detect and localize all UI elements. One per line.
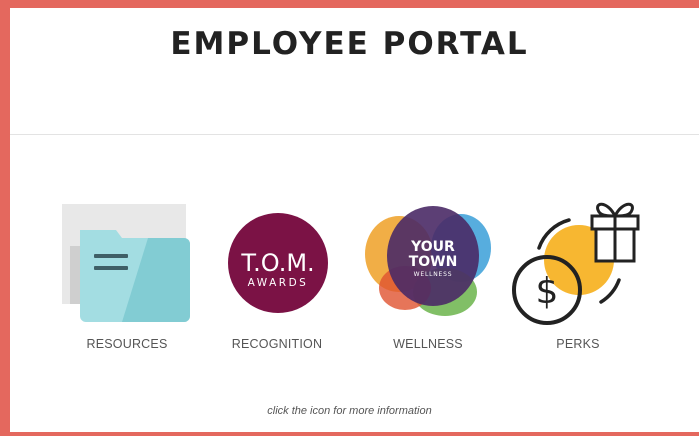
awards-logo-text: AWARDS <box>248 277 309 289</box>
tom-logo-text: T.O.M. <box>240 249 314 277</box>
page-title: EMPLOYEE PORTAL <box>170 26 529 62</box>
your-town-wellness-logo[interactable]: YOUR TOWN WELLNESS <box>353 196 503 326</box>
footer-note: click the icon for more information <box>267 405 432 417</box>
resources-label: RESOURCES <box>86 337 168 351</box>
svg-text:$: $ <box>536 271 559 312</box>
wellness-label: WELLNESS <box>393 337 463 351</box>
header-divider <box>10 134 699 135</box>
recognition-label: RECOGNITION <box>231 337 323 351</box>
folder-icon[interactable] <box>52 196 202 326</box>
town-logo-text: TOWN <box>409 254 458 270</box>
recognition-tile[interactable]: T.O.M. AWARDS RECOGNITION <box>202 196 352 361</box>
perks-label: PERKS <box>556 337 600 351</box>
resources-tile[interactable]: RESOURCES <box>52 196 202 361</box>
gift-coin-icon[interactable]: $ <box>503 196 653 336</box>
wellness-logo-text: WELLNESS <box>414 271 453 278</box>
wellness-tile[interactable]: YOUR TOWN WELLNESS WELLNESS <box>353 196 503 361</box>
perks-tile[interactable]: $ PERKS <box>503 196 653 361</box>
your-logo-text: YOUR <box>410 239 455 255</box>
tom-awards-logo[interactable]: T.O.M. AWARDS <box>202 196 352 326</box>
